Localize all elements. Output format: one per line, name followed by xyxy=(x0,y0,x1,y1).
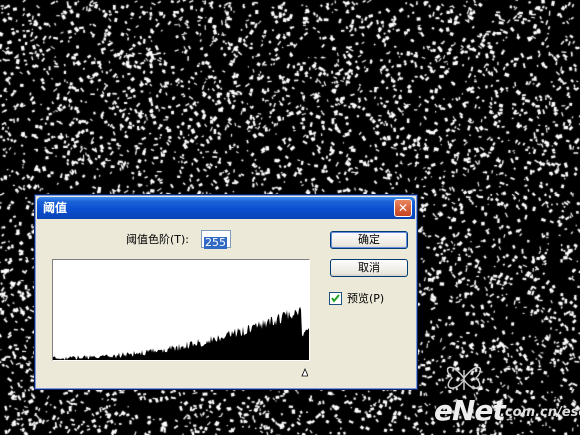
slider-triangle-icon[interactable] xyxy=(52,367,309,377)
butterfly-icon xyxy=(446,366,482,390)
dialog-title: 阈值 xyxy=(43,201,68,215)
ok-button[interactable]: 确定 xyxy=(330,231,408,249)
preview-checkbox[interactable] xyxy=(329,292,342,305)
preview-label: 预览(P) xyxy=(347,292,385,305)
histogram-graph xyxy=(53,306,309,360)
threshold-level-value: 255 xyxy=(204,236,227,249)
threshold-dialog: 阈值 ✕ 阈值色阶(T): 255 确定 取消 预览(P) xyxy=(34,194,418,390)
threshold-level-label: 阈值色阶(T): xyxy=(126,233,190,246)
histogram xyxy=(52,259,310,361)
dialog-titlebar[interactable]: 阈值 ✕ xyxy=(37,197,415,219)
watermark: eNet .com.cn/eschool xyxy=(430,358,580,433)
threshold-canvas: 阈值 ✕ 阈值色阶(T): 255 确定 取消 预览(P) eNet .com.… xyxy=(0,0,580,435)
close-icon: ✕ xyxy=(397,201,409,215)
threshold-slider[interactable] xyxy=(52,362,309,377)
close-button[interactable]: ✕ xyxy=(394,199,412,217)
check-icon xyxy=(331,294,340,303)
watermark-url: .com.cn/eschool xyxy=(500,405,580,420)
threshold-level-input[interactable]: 255 xyxy=(201,230,231,249)
cancel-button[interactable]: 取消 xyxy=(330,259,408,277)
watermark-logo: eNet xyxy=(434,394,506,427)
dialog-body: 阈值色阶(T): 255 确定 取消 预览(P) xyxy=(37,219,415,387)
